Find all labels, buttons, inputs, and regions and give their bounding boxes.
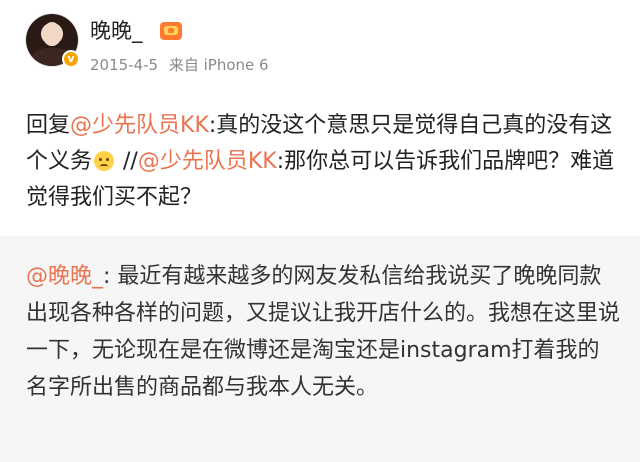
verified-badge-icon: v: [62, 50, 80, 68]
post-body: 回复@少先队员KK:真的没这个意思只是觉得自己真的没有这个义务 //@少先队员K…: [26, 108, 618, 216]
post-date: 2015-4-5: [90, 56, 159, 74]
repost-author-link[interactable]: @晚晚_: [26, 264, 103, 289]
username[interactable]: 晚晚_: [90, 18, 143, 44]
repost-text: @晚晚_: 最近有越来越多的网友发私信给我说买了晚晚同款出现各种各样的问题，又提…: [26, 258, 620, 406]
avatar-face: [43, 22, 61, 46]
repost-box[interactable]: @晚晚_: 最近有越来越多的网友发私信给我说买了晚晚同款出现各种各样的问题，又提…: [0, 236, 640, 462]
weibo-post: v 晚晚_ 2015-4-5 来自 iPhone 6 回复@少先队员KK:真的没…: [0, 0, 640, 462]
post-header: v 晚晚_ 2015-4-5 来自 iPhone 6: [26, 14, 626, 76]
sad-face-emoji-icon: [94, 151, 115, 171]
repost-separator: //: [116, 149, 138, 174]
mention-link[interactable]: @少先队员KK: [70, 113, 209, 138]
quoted-text: :那你总可以告诉我们品牌吧？难道觉得我们买不起？: [26, 149, 615, 210]
vip-crown-icon[interactable]: [160, 22, 182, 40]
post-source[interactable]: 来自 iPhone 6: [169, 56, 269, 74]
quoted-mention-link[interactable]: @少先队员KK: [138, 149, 277, 174]
repost-body: : 最近有越来越多的网友发私信给我说买了晚晚同款出现各种各样的问题，又提议让我开…: [26, 264, 621, 400]
post-meta: 2015-4-5 来自 iPhone 6: [90, 56, 275, 74]
reply-prefix: 回复: [26, 113, 71, 138]
